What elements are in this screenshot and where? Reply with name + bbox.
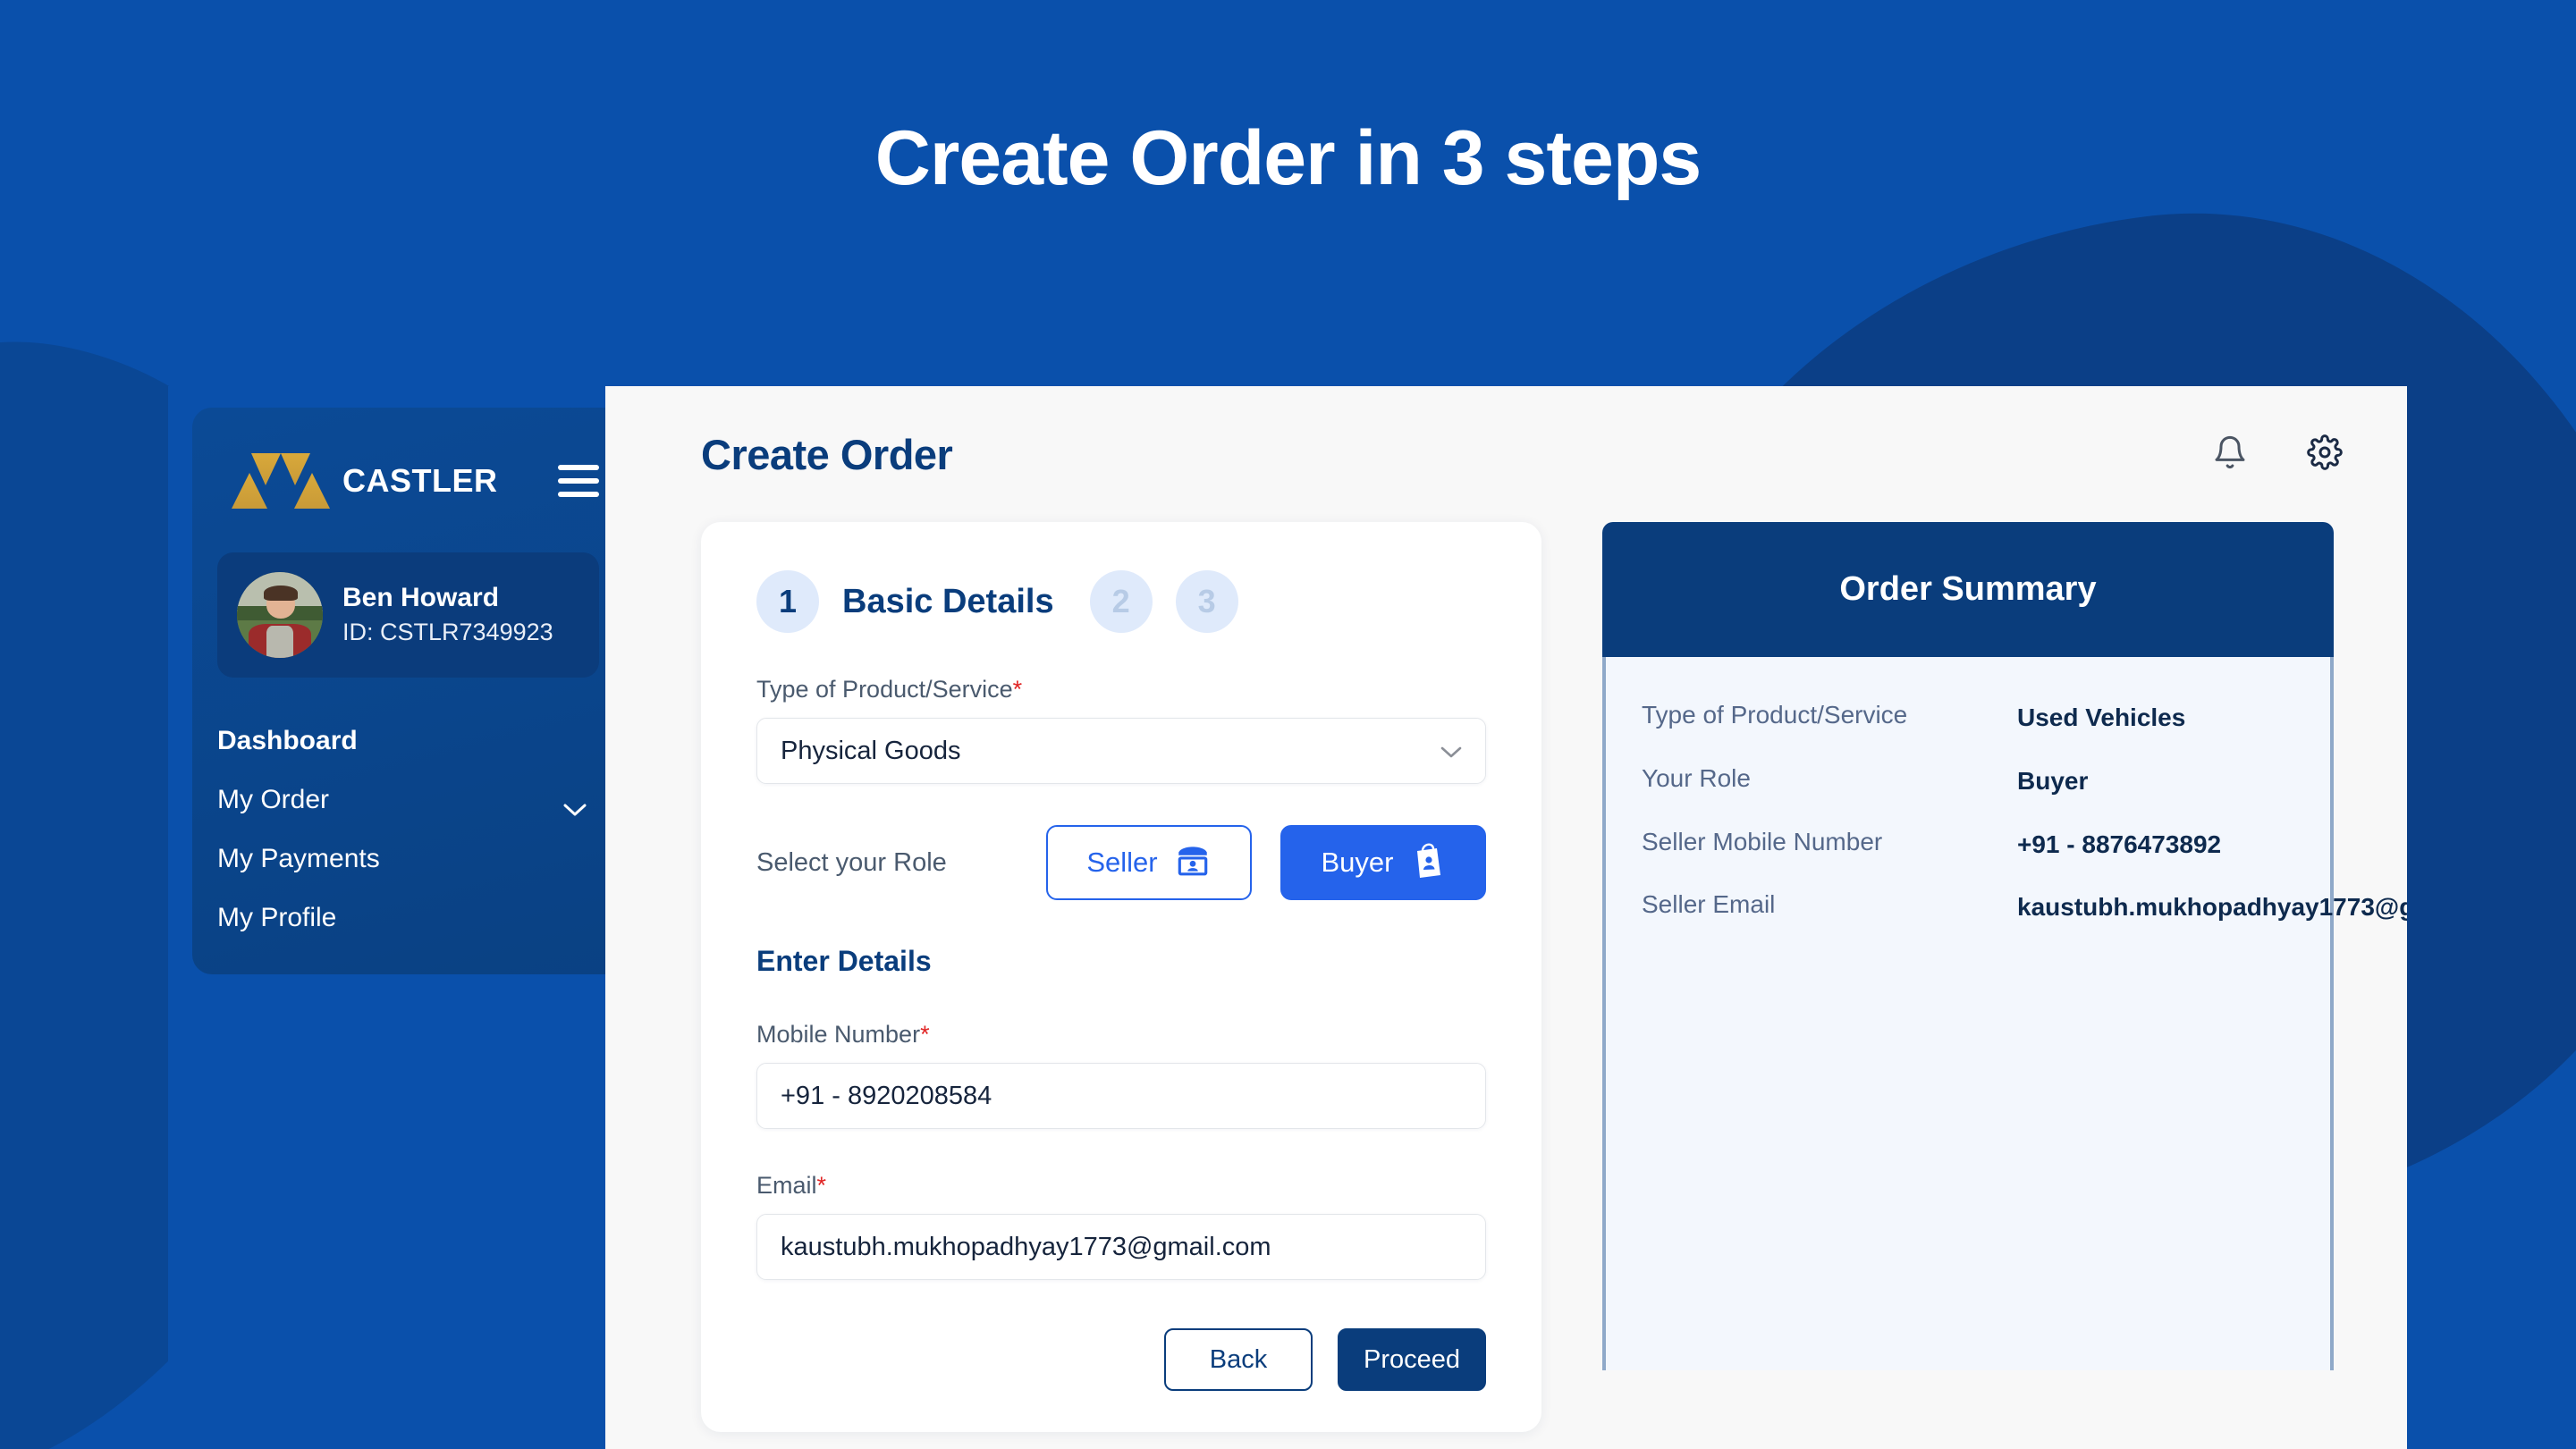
chevron-down-icon <box>1440 737 1462 766</box>
role-selector: Select your Role Seller Buyer <box>756 825 1486 900</box>
sidebar-item-label: Dashboard <box>217 726 358 755</box>
summary-value: Used Vehicles <box>2017 703 2186 731</box>
sidebar-item-label: My Profile <box>217 903 337 932</box>
chevron-down-icon <box>563 794 587 815</box>
step-number: 3 <box>1197 583 1216 619</box>
sidebar-item-my-payments[interactable]: My Payments <box>217 830 599 889</box>
order-summary-body: Type of Product/Service Used Vehicles Yo… <box>1602 657 2407 1370</box>
mobile-number-input[interactable]: +91 - 8920208584 <box>756 1063 1486 1129</box>
summary-key: Seller Mobile Number <box>1642 827 1883 855</box>
bell-icon[interactable] <box>2212 434 2248 475</box>
seller-label: Seller <box>1086 847 1158 878</box>
step-3-circle[interactable]: 3 <box>1175 570 1238 633</box>
app-window: CASTLER Ben Howard ID: CSTLR7349923 Dash… <box>168 386 2407 1449</box>
summary-row: Seller Email kaustubh.mukhopadhyay1773@g… <box>1642 888 2407 928</box>
step-2-circle[interactable]: 2 <box>1089 570 1153 633</box>
sidebar-item-dashboard[interactable]: Dashboard <box>217 712 599 771</box>
brand-row: CASTLER <box>192 440 629 522</box>
mobile-number-label: Mobile Number* <box>756 1021 930 1048</box>
step-number: 1 <box>778 583 798 619</box>
summary-key: Your Role <box>1642 763 1751 792</box>
summary-row: Type of Product/Service Used Vehicles <box>1642 698 2287 738</box>
shopping-bag-icon <box>1409 839 1445 886</box>
sidebar: CASTLER Ben Howard ID: CSTLR7349923 Dash… <box>168 386 629 1449</box>
email-label: Email* <box>756 1172 827 1199</box>
product-type-label: Type of Product/Service* <box>756 676 1023 703</box>
form-actions: Back Proceed <box>756 1328 1486 1432</box>
buyer-role-button[interactable]: Buyer <box>1280 825 1486 900</box>
required-asterisk: * <box>1012 676 1023 703</box>
seller-role-button[interactable]: Seller <box>1046 825 1252 900</box>
profile-id: ID: CSTLR7349923 <box>342 619 553 646</box>
role-buttons: Seller Buyer <box>1046 825 1486 900</box>
role-prompt: Select your Role <box>756 847 947 877</box>
banner-headline: Create Order in 3 steps <box>874 115 1702 201</box>
create-order-form-card: 1 Basic Details 2 3 Type of Product/Serv… <box>701 522 1541 1432</box>
user-profile-card[interactable]: Ben Howard ID: CSTLR7349923 <box>217 552 599 678</box>
summary-value: +91 - 8876473892 <box>2017 830 2222 858</box>
summary-key: Type of Product/Service <box>1642 701 1908 729</box>
main-content: Create Order 1 Basic Details 2 3 Type of… <box>605 386 2407 1449</box>
buyer-label: Buyer <box>1321 847 1394 878</box>
product-type-value: Physical Goods <box>781 736 961 765</box>
sidebar-item-label: My Order <box>217 785 330 814</box>
sidebar-panel: CASTLER Ben Howard ID: CSTLR7349923 Dash… <box>192 408 629 974</box>
page-title: Create Order <box>701 430 953 478</box>
content-row: 1 Basic Details 2 3 Type of Product/Serv… <box>605 522 2407 1432</box>
profile-name: Ben Howard <box>342 582 500 612</box>
avatar <box>237 572 323 658</box>
storefront-icon <box>1174 840 1212 885</box>
gear-icon[interactable] <box>2307 434 2343 475</box>
email-value: kaustubh.mukhopadhyay1773@gmail.com <box>781 1232 1271 1261</box>
step-1-label: Basic Details <box>842 582 1054 620</box>
topbar-icons <box>2212 434 2343 475</box>
step-1-circle[interactable]: 1 <box>756 570 819 633</box>
enter-details-heading: Enter Details <box>756 945 932 977</box>
product-type-select[interactable]: Physical Goods <box>756 718 1486 784</box>
sidebar-item-label: My Payments <box>217 844 380 873</box>
summary-key: Seller Email <box>1642 890 1776 919</box>
brand-name: CASTLER <box>342 462 498 499</box>
required-asterisk: * <box>816 1172 827 1199</box>
hamburger-menu-icon[interactable] <box>558 465 599 497</box>
sidebar-item-my-order[interactable]: My Order <box>217 771 599 830</box>
back-button[interactable]: Back <box>1164 1328 1313 1391</box>
proceed-button[interactable]: Proceed <box>1338 1328 1486 1391</box>
topbar: Create Order <box>605 386 2407 522</box>
summary-value: Buyer <box>2017 766 2089 795</box>
order-summary-panel: Order Summary Type of Product/Service Us… <box>1602 522 2407 1370</box>
order-summary-title: Order Summary <box>1602 522 2334 657</box>
castler-triangles-logo-icon <box>232 453 330 509</box>
mobile-number-value: +91 - 8920208584 <box>781 1081 992 1110</box>
summary-value: kaustubh.mukhopadhyay1773@gmail.com <box>2017 893 2407 922</box>
sidebar-nav: Dashboard My Order My Payments My Profil… <box>192 712 629 948</box>
summary-row: Seller Mobile Number +91 - 8876473892 <box>1642 825 2287 865</box>
required-asterisk: * <box>920 1021 930 1048</box>
email-input[interactable]: kaustubh.mukhopadhyay1773@gmail.com <box>756 1214 1486 1280</box>
step-indicator: 1 Basic Details 2 3 <box>756 570 1486 633</box>
summary-row: Your Role Buyer <box>1642 762 2287 802</box>
step-number: 2 <box>1111 583 1130 619</box>
sidebar-item-my-profile[interactable]: My Profile <box>217 889 599 948</box>
